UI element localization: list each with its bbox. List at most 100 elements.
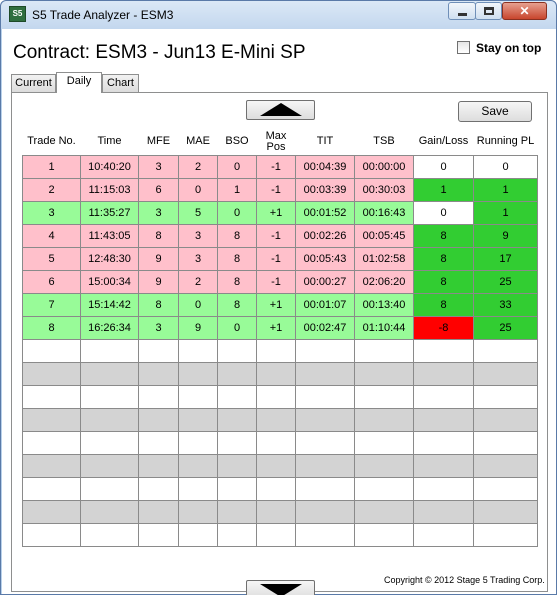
table-cell[interactable]: [217, 476, 257, 501]
table-cell[interactable]: 8: [413, 246, 474, 271]
table-cell[interactable]: [178, 522, 218, 547]
table-cell[interactable]: [354, 361, 414, 386]
table-cell[interactable]: [413, 407, 474, 432]
table-cell[interactable]: 2: [22, 177, 81, 202]
table-cell[interactable]: [295, 430, 355, 455]
table-cell[interactable]: +1: [256, 315, 296, 340]
table-cell[interactable]: [473, 361, 538, 386]
table-cell[interactable]: -1: [256, 154, 296, 179]
table-cell[interactable]: [178, 499, 218, 524]
table-cell[interactable]: [217, 430, 257, 455]
table-cell[interactable]: +1: [256, 292, 296, 317]
table-cell[interactable]: 9: [473, 223, 538, 248]
empty-row[interactable]: [22, 384, 538, 409]
table-cell[interactable]: 00:01:07: [295, 292, 355, 317]
table-cell[interactable]: 9: [178, 315, 218, 340]
table-cell[interactable]: [413, 384, 474, 409]
table-cell[interactable]: 2: [178, 269, 218, 294]
table-cell[interactable]: 00:00:00: [354, 154, 414, 179]
table-row[interactable]: 8 16:26:34 3 9 0 +1 00:02:47 01:10:44 -8 25: [22, 315, 538, 340]
table-cell[interactable]: 01:10:44: [354, 315, 414, 340]
table-cell[interactable]: 11:15:03: [80, 177, 139, 202]
table-cell[interactable]: [138, 430, 179, 455]
table-cell[interactable]: [295, 384, 355, 409]
column-header[interactable]: Max Pos: [257, 129, 296, 155]
table-cell[interactable]: [413, 430, 474, 455]
column-header[interactable]: MFE: [139, 129, 179, 155]
table-cell[interactable]: 00:30:03: [354, 177, 414, 202]
tab-chart[interactable]: Chart: [102, 74, 139, 92]
table-cell[interactable]: 00:05:45: [354, 223, 414, 248]
table-cell[interactable]: [217, 522, 257, 547]
table-cell[interactable]: [80, 499, 139, 524]
table-cell[interactable]: [354, 453, 414, 478]
table-cell[interactable]: 6: [138, 177, 179, 202]
table-cell[interactable]: 33: [473, 292, 538, 317]
table-cell[interactable]: 10:40:20: [80, 154, 139, 179]
table-cell[interactable]: 15:00:34: [80, 269, 139, 294]
table-cell[interactable]: 3: [178, 246, 218, 271]
table-cell[interactable]: 8: [217, 246, 257, 271]
table-cell[interactable]: [413, 522, 474, 547]
table-cell[interactable]: 11:43:05: [80, 223, 139, 248]
table-cell[interactable]: [413, 476, 474, 501]
table-cell[interactable]: 9: [138, 269, 179, 294]
table-cell[interactable]: 8: [217, 292, 257, 317]
table-cell[interactable]: [354, 522, 414, 547]
table-cell[interactable]: 00:13:40: [354, 292, 414, 317]
table-cell[interactable]: 4: [22, 223, 81, 248]
table-cell[interactable]: [80, 430, 139, 455]
table-cell[interactable]: [138, 407, 179, 432]
table-cell[interactable]: [295, 499, 355, 524]
table-cell[interactable]: 3: [138, 200, 179, 225]
table-cell[interactable]: [473, 384, 538, 409]
table-cell[interactable]: 1: [217, 177, 257, 202]
empty-row[interactable]: [22, 430, 538, 455]
empty-row[interactable]: [22, 361, 538, 386]
table-row[interactable]: 6 15:00:34 9 2 8 -1 00:00:27 02:06:20 8 25: [22, 269, 538, 294]
table-cell[interactable]: 8: [413, 269, 474, 294]
table-cell[interactable]: 9: [138, 246, 179, 271]
table-cell[interactable]: 8: [217, 223, 257, 248]
table-cell[interactable]: 8: [22, 315, 81, 340]
table-cell[interactable]: 00:01:52: [295, 200, 355, 225]
table-cell[interactable]: [138, 522, 179, 547]
table-cell[interactable]: [354, 476, 414, 501]
column-header[interactable]: TSB: [355, 129, 414, 155]
table-cell[interactable]: [138, 361, 179, 386]
table-cell[interactable]: [256, 338, 296, 363]
table-cell[interactable]: 00:02:26: [295, 223, 355, 248]
table-cell[interactable]: 3: [22, 200, 81, 225]
table-cell[interactable]: 16:26:34: [80, 315, 139, 340]
column-header[interactable]: Time: [81, 129, 139, 155]
column-header[interactable]: Gain/Loss: [414, 129, 474, 155]
table-cell[interactable]: 0: [413, 154, 474, 179]
tab-current[interactable]: Current: [11, 74, 56, 92]
title-bar[interactable]: S5 S5 Trade Analyzer - ESM3 ✕: [1, 1, 556, 29]
empty-row[interactable]: [22, 522, 538, 547]
table-cell[interactable]: 00:04:39: [295, 154, 355, 179]
table-cell[interactable]: [217, 453, 257, 478]
table-cell[interactable]: 1: [413, 177, 474, 202]
table-cell[interactable]: [295, 453, 355, 478]
table-cell[interactable]: 8: [413, 223, 474, 248]
table-cell[interactable]: 0: [217, 315, 257, 340]
table-cell[interactable]: [295, 522, 355, 547]
stay-on-top-label[interactable]: Stay on top: [476, 41, 541, 55]
save-button[interactable]: Save: [458, 101, 532, 122]
table-cell[interactable]: [138, 453, 179, 478]
table-cell[interactable]: [22, 407, 81, 432]
table-cell[interactable]: [354, 430, 414, 455]
table-row[interactable]: 5 12:48:30 9 3 8 -1 00:05:43 01:02:58 8 17: [22, 246, 538, 271]
table-cell[interactable]: -1: [256, 223, 296, 248]
table-cell[interactable]: [22, 476, 81, 501]
table-cell[interactable]: [217, 384, 257, 409]
table-cell[interactable]: 00:00:27: [295, 269, 355, 294]
table-cell[interactable]: [22, 430, 81, 455]
table-cell[interactable]: 1: [473, 177, 538, 202]
table-cell[interactable]: [178, 453, 218, 478]
table-cell[interactable]: 1: [22, 154, 81, 179]
table-cell[interactable]: [217, 361, 257, 386]
table-cell[interactable]: 7: [22, 292, 81, 317]
table-cell[interactable]: [80, 338, 139, 363]
